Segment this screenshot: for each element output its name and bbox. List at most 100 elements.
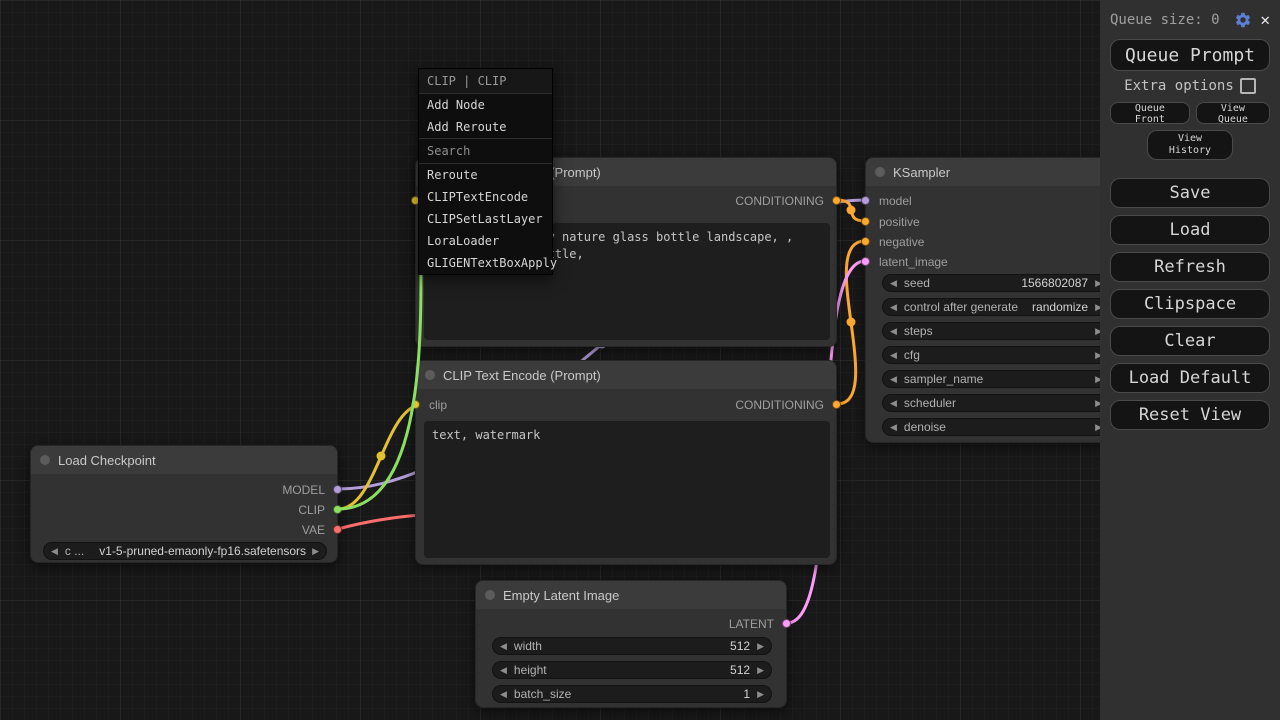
save-button[interactable]: Save (1110, 178, 1270, 208)
widget-batch-size[interactable]: ◀ batch_size 1 ▶ (492, 685, 772, 703)
input-slot-negative[interactable] (861, 237, 870, 246)
widget-label: sampler_name (904, 372, 983, 386)
widget-steps[interactable]: ◀ steps ▶ (882, 322, 1110, 340)
output-slot-conditioning[interactable] (832, 400, 841, 409)
decrement-arrow-icon[interactable]: ◀ (890, 298, 897, 316)
link-clip-midpoint-dot (377, 452, 386, 461)
decrement-arrow-icon[interactable]: ◀ (890, 370, 897, 388)
output-slot-model[interactable] (333, 485, 342, 494)
node-clip-text-encode-negative[interactable]: CLIP Text Encode (Prompt) clip CONDITION… (415, 360, 837, 565)
prompt-textarea[interactable]: text, watermark (424, 421, 830, 558)
input-slot-model[interactable] (861, 196, 870, 205)
extra-options-label: Extra options (1124, 78, 1234, 94)
combo-left-arrow-icon[interactable]: ◀ (51, 542, 58, 560)
view-history-button[interactable]: View History (1147, 130, 1233, 160)
decrement-arrow-icon[interactable]: ◀ (890, 274, 897, 292)
settings-gear-icon[interactable] (1234, 11, 1252, 29)
decrement-arrow-icon[interactable]: ◀ (890, 346, 897, 364)
context-menu-title: CLIP | CLIP (419, 69, 552, 94)
node-title-bar[interactable]: Load Checkpoint (31, 446, 337, 474)
widget-value: 512 (723, 639, 757, 653)
node-load-checkpoint[interactable]: Load Checkpoint MODEL CLIP VAE ◀ c ... v… (30, 445, 338, 563)
menu-item-gligentextboxapply[interactable]: GLIGENTextBoxApply (419, 252, 552, 274)
ckpt-name-combo[interactable]: ◀ c ... v1-5-pruned-emaonly-fp16.safeten… (43, 542, 327, 560)
node-title-bar[interactable]: CLIP Text Encode (Prompt) (416, 361, 836, 389)
decrement-arrow-icon[interactable]: ◀ (890, 394, 897, 412)
node-title: KSampler (893, 165, 950, 180)
output-slot-conditioning[interactable] (832, 196, 841, 205)
menu-item-clipsetlastlayer[interactable]: CLIPSetLastLayer (419, 208, 552, 230)
widget-label: seed (904, 276, 930, 290)
combo-right-arrow-icon[interactable]: ▶ (312, 542, 319, 560)
node-title-bar[interactable]: KSampler (866, 158, 1124, 186)
increment-arrow-icon[interactable]: ▶ (757, 637, 764, 655)
input-label-latent-image: latent_image (879, 255, 948, 269)
decrement-arrow-icon[interactable]: ◀ (890, 322, 897, 340)
widget-value: 512 (723, 663, 757, 677)
node-graph-canvas[interactable]: Load Checkpoint MODEL CLIP VAE ◀ c ... v… (0, 0, 1280, 720)
output-label-clip: CLIP (298, 503, 325, 517)
menu-item-add-node[interactable]: Add Node (419, 94, 552, 116)
decrement-arrow-icon[interactable]: ◀ (500, 685, 507, 703)
output-slot-vae[interactable] (333, 525, 342, 534)
menu-item-loraloader[interactable]: LoraLoader (419, 230, 552, 252)
increment-arrow-icon[interactable]: ▶ (757, 661, 764, 679)
menu-search-container (419, 138, 552, 164)
clear-button[interactable]: Clear (1110, 326, 1270, 356)
collapse-dot[interactable] (425, 370, 435, 380)
clipspace-button[interactable]: Clipspace (1110, 289, 1270, 319)
output-slot-latent[interactable] (782, 619, 791, 628)
widget-value: randomize (1025, 300, 1095, 314)
node-ksampler[interactable]: KSampler model positive negative latent_… (865, 157, 1125, 443)
widget-width[interactable]: ◀ width 512 ▶ (492, 637, 772, 655)
reset-view-button[interactable]: Reset View (1110, 400, 1270, 430)
widget-label: steps (904, 324, 933, 338)
widget-label: width (514, 639, 542, 653)
link-positive-midpoint-dot (847, 206, 856, 215)
node-title: CLIP Text Encode (Prompt) (443, 368, 601, 383)
widget-denoise[interactable]: ◀ denoise ▶ (882, 418, 1110, 436)
load-default-button[interactable]: Load Default (1110, 363, 1270, 393)
node-title: Load Checkpoint (58, 453, 156, 468)
menu-item-reroute[interactable]: Reroute (419, 164, 552, 186)
comfyui-menu-panel: Queue size: 0 ✕ Queue Prompt Extra optio… (1100, 0, 1280, 720)
increment-arrow-icon[interactable]: ▶ (757, 685, 764, 703)
queue-size-label: Queue size: 0 (1110, 12, 1226, 28)
link-negative-wire (837, 241, 865, 404)
widget-seed[interactable]: ◀ seed 1566802087 ▶ (882, 274, 1110, 292)
queue-prompt-button[interactable]: Queue Prompt (1110, 39, 1270, 71)
widget-cfg[interactable]: ◀ cfg ▶ (882, 346, 1110, 364)
link-clip-wire (338, 404, 424, 509)
extra-options-checkbox[interactable] (1240, 78, 1256, 94)
widget-height[interactable]: ◀ height 512 ▶ (492, 661, 772, 679)
queue-front-button[interactable]: Queue Front (1110, 102, 1190, 124)
refresh-button[interactable]: Refresh (1110, 252, 1270, 282)
widget-scheduler[interactable]: ◀ scheduler ▶ (882, 394, 1110, 412)
link-positive-wire (837, 200, 865, 221)
view-queue-button[interactable]: View Queue (1196, 102, 1270, 124)
menu-item-cliptextencode[interactable]: CLIPTextEncode (419, 186, 552, 208)
collapse-dot[interactable] (485, 590, 495, 600)
collapse-dot[interactable] (875, 167, 885, 177)
widget-value: 1 (736, 687, 757, 701)
context-menu: CLIP | CLIP Add Node Add Reroute Reroute… (418, 68, 553, 275)
output-slot-clip[interactable] (333, 505, 342, 514)
collapse-dot[interactable] (40, 455, 50, 465)
widget-value: 1566802087 (1014, 276, 1095, 290)
widget-label: denoise (904, 420, 946, 434)
load-button[interactable]: Load (1110, 215, 1270, 245)
widget-sampler-name[interactable]: ◀ sampler_name ▶ (882, 370, 1110, 388)
node-empty-latent-image[interactable]: Empty Latent Image LATENT ◀ width 512 ▶ … (475, 580, 787, 708)
menu-search-input[interactable] (423, 142, 548, 160)
close-icon[interactable]: ✕ (1260, 12, 1270, 28)
menu-item-add-reroute[interactable]: Add Reroute (419, 116, 552, 138)
decrement-arrow-icon[interactable]: ◀ (500, 661, 507, 679)
widget-control-after-generate[interactable]: ◀ control after generate randomize ▶ (882, 298, 1110, 316)
input-slot-positive[interactable] (861, 217, 870, 226)
node-title-bar[interactable]: Empty Latent Image (476, 581, 786, 609)
widget-label: batch_size (514, 687, 571, 701)
input-slot-clip[interactable] (411, 400, 420, 409)
decrement-arrow-icon[interactable]: ◀ (890, 418, 897, 436)
input-slot-latent-image[interactable] (861, 257, 870, 266)
decrement-arrow-icon[interactable]: ◀ (500, 637, 507, 655)
